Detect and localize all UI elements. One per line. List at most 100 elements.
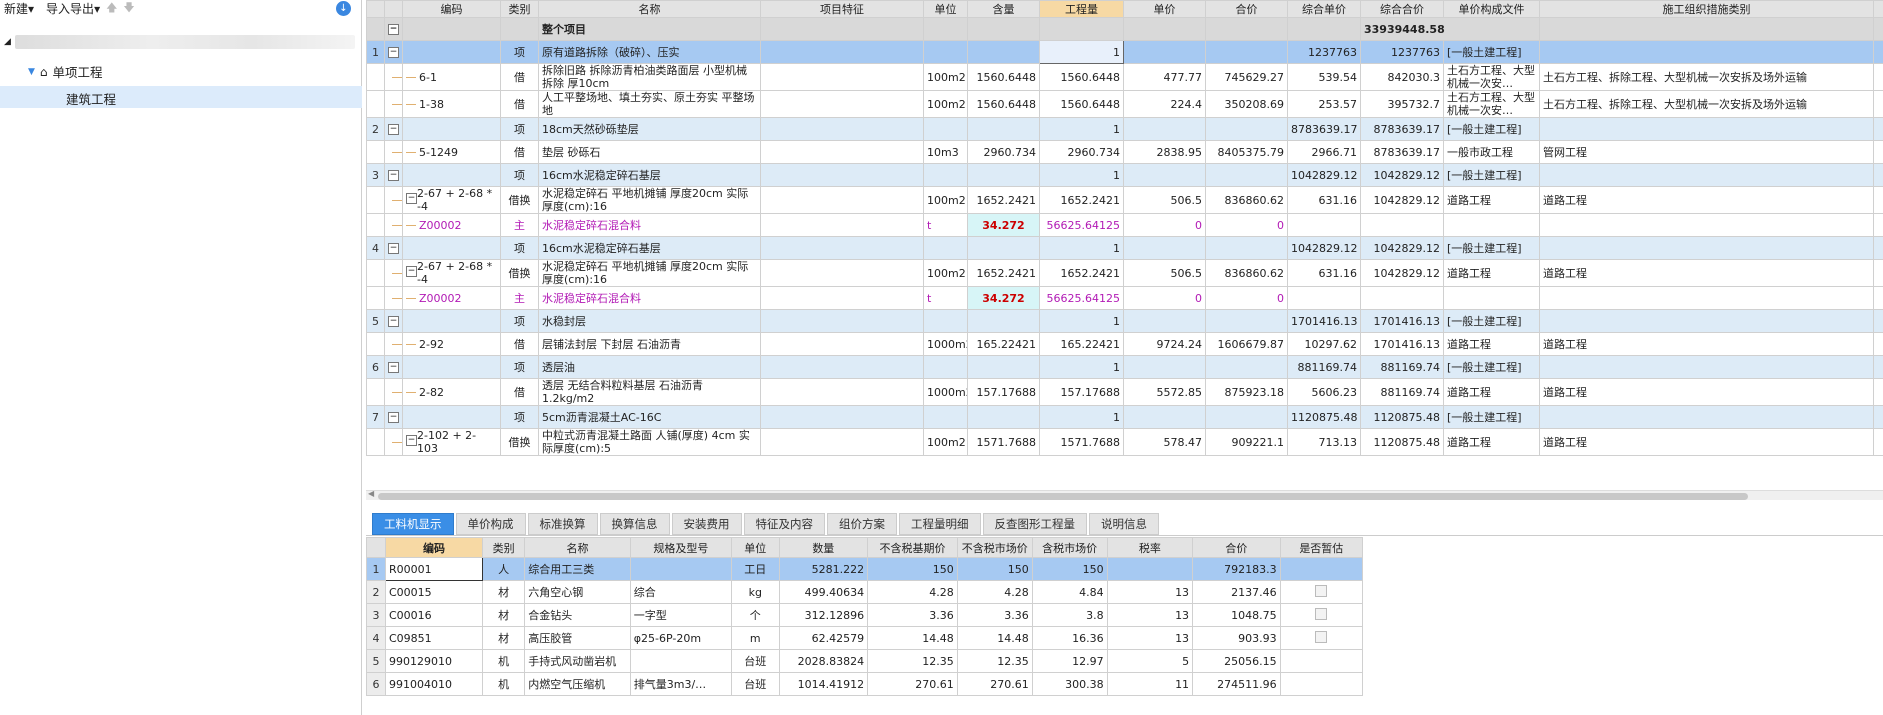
code-cell[interactable] bbox=[402, 355, 501, 379]
code-cell[interactable] bbox=[402, 309, 501, 333]
measure-category-cell[interactable] bbox=[1539, 355, 1874, 379]
feature-cell[interactable] bbox=[760, 213, 924, 237]
column-header[interactable] bbox=[366, 0, 385, 18]
tax-market-price-cell[interactable]: 4.84 bbox=[1031, 580, 1108, 604]
name-cell[interactable]: 5cm沥青混凝土AC-16C bbox=[538, 405, 761, 429]
spec-cell[interactable]: φ25-6P-20m bbox=[629, 626, 733, 650]
move-down-icon[interactable]: 🡇 bbox=[123, 0, 134, 18]
quantity-cell[interactable]: 1652.2421 bbox=[1039, 186, 1124, 214]
market-price-cell[interactable]: 3.36 bbox=[956, 603, 1033, 627]
column-header[interactable]: 编码 bbox=[402, 0, 501, 18]
quantity-cell[interactable]: 5281.222 bbox=[778, 557, 869, 581]
quantity-cell[interactable]: 62.42579 bbox=[778, 626, 869, 650]
unit-cell[interactable]: 1000m2 bbox=[923, 332, 968, 356]
column-header[interactable]: 工程量 bbox=[1039, 0, 1124, 18]
quantity-cell[interactable]: 1 bbox=[1039, 40, 1124, 64]
quota-row[interactable]: Z00002 主水泥稳定碎石混合料 t 34.272 56625.64125 0 0 bbox=[366, 286, 1883, 310]
code-cell[interactable]: 990129010 bbox=[384, 649, 484, 673]
feature-cell[interactable] bbox=[760, 40, 924, 64]
quota-row[interactable]: −2-67 + 2-68 * -4 借换 水泥稳定碎石 平地机摊铺 厚度20cm 实… bbox=[366, 259, 1883, 287]
feature-cell[interactable] bbox=[760, 332, 924, 356]
category-cell[interactable]: 机 bbox=[482, 649, 526, 673]
measure-category-cell[interactable]: 土石方工程、拆除工程、大型机械一次安拆及场外运输 bbox=[1539, 90, 1874, 118]
price-cell[interactable]: 224.4 bbox=[1123, 90, 1206, 118]
category-cell[interactable]: 项 bbox=[500, 117, 539, 141]
collapse-toggle[interactable]: − bbox=[384, 17, 403, 41]
name-cell[interactable]: 综合用工三类 bbox=[524, 557, 631, 581]
tax-market-price-cell[interactable]: 300.38 bbox=[1031, 672, 1108, 696]
quantity-cell[interactable]: 2028.83824 bbox=[778, 649, 869, 673]
name-cell[interactable]: 水泥稳定碎石混合料 bbox=[538, 213, 761, 237]
name-cell[interactable]: 手持式风动凿岩机 bbox=[524, 649, 631, 673]
resource-row[interactable]: 4 C09851 材高压胶管 φ25-6P-20m m 62.42579 14.48 14.4… bbox=[366, 626, 1364, 650]
price-file-cell[interactable]: [一般土建工程] bbox=[1443, 309, 1540, 333]
bill-item-row[interactable]: 5− 项水稳封层 1 1701416.13 1701416.13 [一般土建工程] bbox=[366, 309, 1883, 333]
price-file-cell[interactable] bbox=[1443, 213, 1540, 237]
spec-cell[interactable]: 一字型 bbox=[629, 603, 733, 627]
move-up-icon[interactable]: 🡅 bbox=[106, 0, 117, 18]
price-cell[interactable]: 578.47 bbox=[1123, 428, 1206, 456]
name-cell[interactable]: 内燃空气压缩机 bbox=[524, 672, 631, 696]
name-cell[interactable]: 拆除旧路 拆除沥青柏油类路面层 小型机械拆除 厚10cm bbox=[538, 63, 761, 91]
column-header[interactable] bbox=[384, 0, 403, 18]
market-price-cell[interactable]: 14.48 bbox=[956, 626, 1033, 650]
name-cell[interactable]: 人工平整场地、填土夯实、原土夯实 平整场地 bbox=[538, 90, 761, 118]
total-row[interactable]: − 整个项目 33939448.58 bbox=[366, 17, 1883, 41]
content-cell[interactable]: 1571.7688 bbox=[967, 428, 1040, 456]
base-price-cell[interactable]: 14.48 bbox=[867, 626, 958, 650]
measure-category-cell[interactable] bbox=[1539, 405, 1874, 429]
price-cell[interactable]: 506.5 bbox=[1123, 259, 1206, 287]
name-cell[interactable]: 六角空心钢 bbox=[524, 580, 631, 604]
content-cell[interactable]: 34.272 bbox=[967, 213, 1040, 237]
minus-box-icon[interactable]: − bbox=[388, 243, 399, 254]
price-cell[interactable]: 0 bbox=[1123, 213, 1206, 237]
minus-box-icon[interactable]: − bbox=[406, 435, 417, 446]
price-cell[interactable]: 2838.95 bbox=[1123, 140, 1206, 164]
measure-category-cell[interactable]: 道路工程 bbox=[1539, 378, 1874, 406]
category-cell[interactable]: 借 bbox=[500, 378, 539, 406]
horizontal-scrollbar[interactable]: ◀ bbox=[366, 489, 1883, 500]
tax-rate-cell[interactable]: 13 bbox=[1106, 580, 1194, 604]
price-file-cell[interactable]: [一般土建工程] bbox=[1443, 236, 1540, 260]
quantity-cell[interactable]: 157.17688 bbox=[1039, 378, 1124, 406]
name-cell[interactable]: 16cm水泥稳定碎石基层 bbox=[538, 163, 761, 187]
base-price-cell[interactable]: 4.28 bbox=[867, 580, 958, 604]
column-header[interactable]: 施工组织措施类别 bbox=[1539, 0, 1874, 18]
quota-row[interactable]: 6-1 借拆除旧路 拆除沥青柏油类路面层 小型机械拆除 厚10cm 100m2 156… bbox=[366, 63, 1883, 91]
category-cell[interactable]: 项 bbox=[500, 40, 539, 64]
tax-market-price-cell[interactable]: 3.8 bbox=[1031, 603, 1108, 627]
tree-cell[interactable]: − bbox=[384, 117, 403, 141]
quota-row[interactable]: 2-92借层铺法封层 下封层 石油沥青1000m2165.22421165.22… bbox=[366, 332, 1883, 356]
content-cell[interactable]: 1560.6448 bbox=[967, 90, 1040, 118]
market-price-cell[interactable]: 270.61 bbox=[956, 672, 1033, 696]
price-cell[interactable] bbox=[1123, 163, 1206, 187]
feature-cell[interactable] bbox=[760, 117, 924, 141]
unit-cell[interactable]: 100m2 bbox=[923, 90, 968, 118]
category-cell[interactable]: 主 bbox=[500, 286, 539, 310]
unit-cell[interactable]: kg bbox=[731, 580, 780, 604]
feature-cell[interactable] bbox=[760, 236, 924, 260]
column-header[interactable]: 含税市场价 bbox=[1031, 537, 1108, 558]
column-header[interactable]: 类别 bbox=[482, 537, 526, 558]
quota-row[interactable]: −2-67 + 2-68 * -4 借换 水泥稳定碎石 平地机摊铺 厚度20cm 实… bbox=[366, 186, 1883, 214]
tab-6[interactable]: 组价方案 bbox=[827, 513, 897, 535]
column-header[interactable]: 单价 bbox=[1123, 0, 1206, 18]
quota-row[interactable]: 2-82借透层 无结合料粒料基层 石油沥青 1.2kg/m21000m2157.… bbox=[366, 378, 1883, 406]
price-file-cell[interactable]: 道路工程 bbox=[1443, 332, 1540, 356]
unit-cell[interactable] bbox=[923, 117, 968, 141]
feature-cell[interactable] bbox=[760, 186, 924, 214]
measure-category-cell[interactable] bbox=[1539, 163, 1874, 187]
minus-box-icon[interactable]: − bbox=[406, 266, 417, 277]
price-cell[interactable]: 506.5 bbox=[1123, 186, 1206, 214]
code-cell[interactable] bbox=[402, 117, 501, 141]
price-file-cell[interactable]: 土石方工程、大型机械一次安… bbox=[1443, 90, 1540, 118]
price-file-cell[interactable]: [一般土建工程] bbox=[1443, 117, 1540, 141]
column-header[interactable]: 含量 bbox=[967, 0, 1040, 18]
unit-cell[interactable] bbox=[923, 309, 968, 333]
tree-cell[interactable] bbox=[384, 213, 403, 237]
name-cell[interactable]: 透层 无结合料粒料基层 石油沥青 1.2kg/m2 bbox=[538, 378, 761, 406]
estimate-checkbox[interactable] bbox=[1315, 607, 1328, 620]
column-header[interactable]: 合价 bbox=[1192, 537, 1281, 558]
column-header[interactable]: 单位 bbox=[731, 537, 780, 558]
column-header[interactable]: 规格及型号 bbox=[629, 537, 733, 558]
